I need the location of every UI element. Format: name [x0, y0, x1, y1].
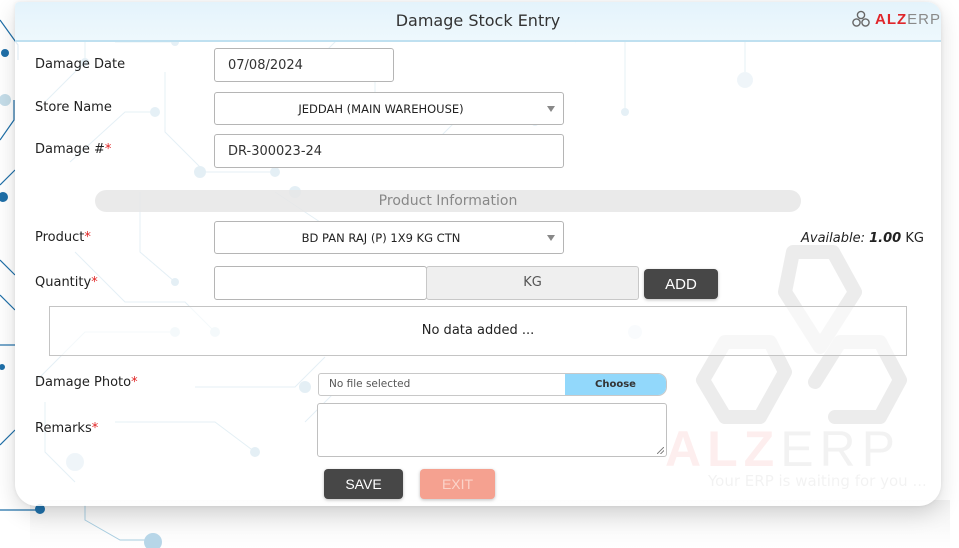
store-name-label: Store Name: [35, 100, 112, 115]
store-name-select[interactable]: JEDDAH (MAIN WAREHOUSE): [214, 92, 564, 125]
resize-handle-icon[interactable]: [657, 447, 664, 454]
required-marker: *: [91, 421, 99, 436]
store-name-label-text: Store Name: [35, 100, 112, 115]
remarks-label-text: Remarks: [35, 421, 92, 436]
available-label: Available:: [801, 231, 865, 246]
product-value: BD PAN RAJ (P) 1X9 KG CTN: [301, 230, 461, 245]
added-items-table: No data added ...: [49, 306, 907, 356]
exit-button[interactable]: EXIT: [420, 469, 495, 499]
save-button[interactable]: SAVE: [324, 469, 403, 499]
required-marker: *: [104, 142, 112, 157]
store-name-value: JEDDAH (MAIN WAREHOUSE): [298, 101, 464, 116]
damage-date-value: 07/08/2024: [228, 57, 303, 73]
available-unit: KG: [905, 231, 924, 246]
damage-date-label: Damage Date: [35, 57, 125, 72]
damage-date-label-text: Damage Date: [35, 57, 126, 72]
damage-number-input[interactable]: DR-300023-24: [214, 134, 564, 168]
damage-number-value: DR-300023-24: [228, 143, 323, 159]
remarks-textarea[interactable]: [317, 403, 667, 457]
product-label-text: Product: [35, 230, 85, 245]
section-header-product-information: Product Information: [95, 190, 801, 212]
product-select[interactable]: BD PAN RAJ (P) 1X9 KG CTN: [214, 221, 564, 254]
required-marker: *: [91, 275, 98, 290]
chevron-down-icon: [547, 105, 555, 112]
damage-photo-label-text: Damage Photo: [35, 375, 132, 390]
quantity-input[interactable]: [214, 266, 427, 300]
remarks-label: Remarks*: [35, 421, 98, 436]
damage-date-input[interactable]: 07/08/2024: [214, 48, 394, 82]
form-content: Damage Date 07/08/2024 Store Name JEDDAH…: [15, 2, 941, 506]
product-label: Product*: [35, 230, 91, 245]
required-marker: *: [84, 230, 91, 245]
damage-stock-entry-card: ALZERP Your ERP is waiting for you ... D…: [15, 2, 941, 506]
damage-photo-label: Damage Photo*: [35, 375, 138, 390]
available-value: 1.00: [869, 231, 902, 246]
damage-number-label-text: Damage #: [35, 142, 105, 157]
quantity-unit: KG: [426, 266, 639, 300]
quantity-label-text: Quantity: [35, 275, 92, 290]
quantity-label: Quantity*: [35, 275, 98, 290]
available-stock: Available: 1.00 KG: [801, 231, 924, 246]
add-button[interactable]: ADD: [644, 269, 718, 299]
chevron-down-icon: [547, 234, 555, 241]
choose-file-button[interactable]: Choose: [565, 374, 666, 395]
damage-photo-file-input[interactable]: No file selected Choose: [318, 373, 667, 396]
empty-table-message: No data added ...: [421, 323, 535, 338]
damage-number-label: Damage #*: [35, 142, 111, 157]
required-marker: *: [131, 375, 138, 390]
file-status-text: No file selected: [329, 378, 411, 390]
